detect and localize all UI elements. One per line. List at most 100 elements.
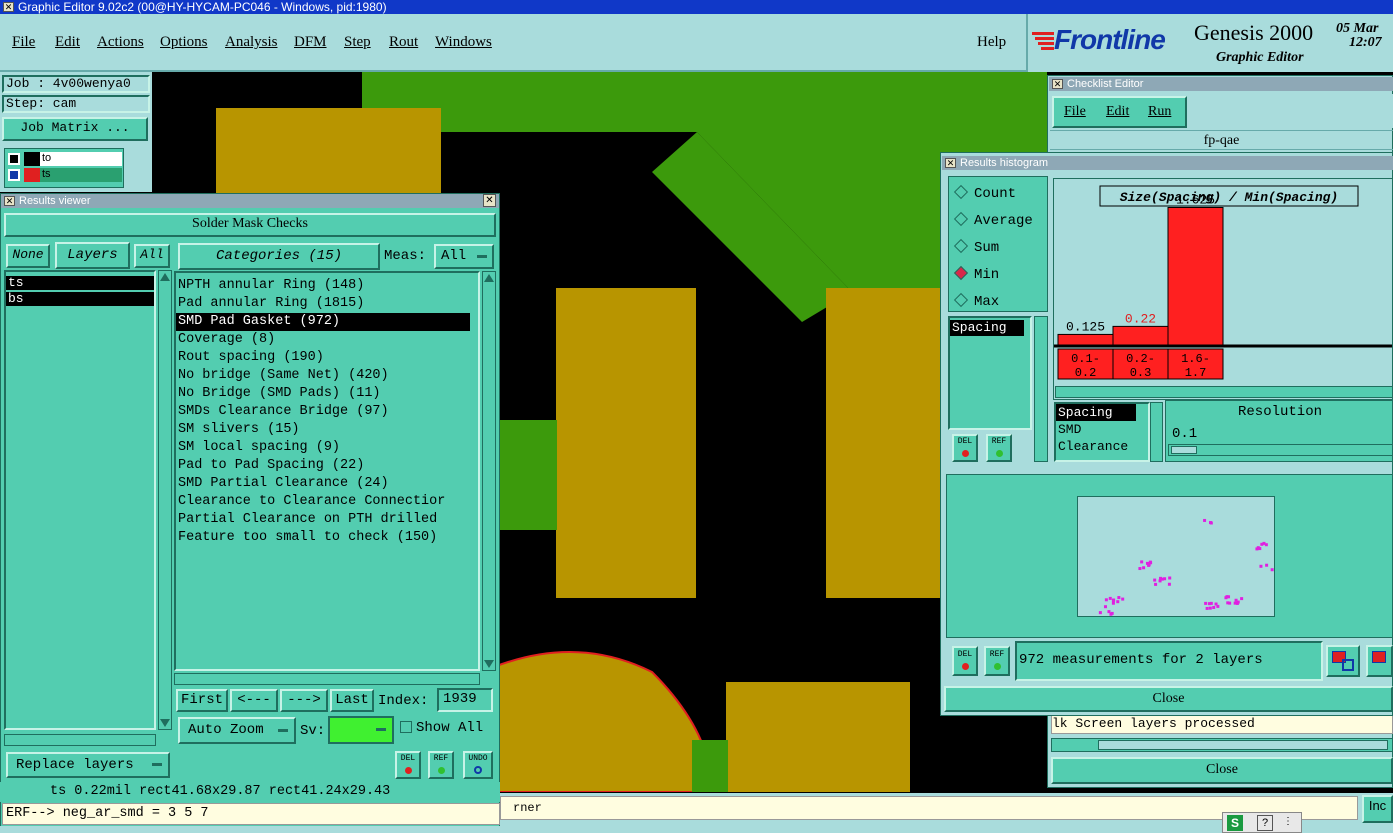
- metrics-vscroll[interactable]: [1150, 402, 1163, 462]
- resolution-slider[interactable]: [1168, 444, 1393, 456]
- map-ref-button[interactable]: REF: [984, 646, 1010, 676]
- metric-item[interactable]: SMD: [1056, 421, 1148, 438]
- checklist-menu-edit[interactable]: Edit: [1106, 104, 1129, 120]
- attribute-vscroll[interactable]: [1034, 316, 1048, 462]
- categories-vscroll[interactable]: [482, 271, 496, 671]
- window-menu-icon[interactable]: ✕: [1052, 79, 1063, 89]
- layers-vscroll[interactable]: [158, 270, 172, 730]
- inc-button[interactable]: Inc: [1362, 795, 1393, 823]
- mode-count[interactable]: Count: [952, 184, 1016, 202]
- category-item[interactable]: SMD Partial Clearance (24): [176, 475, 478, 493]
- menu-actions[interactable]: Actions: [97, 34, 144, 51]
- mode-average[interactable]: Average: [952, 211, 1033, 229]
- checklist-menu-file[interactable]: File: [1064, 104, 1086, 120]
- mode-min[interactable]: Min: [952, 265, 999, 283]
- layer-item-bs[interactable]: bs: [6, 292, 154, 306]
- menu-options[interactable]: Options: [160, 34, 208, 51]
- menu-windows[interactable]: Windows: [435, 34, 492, 51]
- checklist-hscroll[interactable]: [1051, 738, 1393, 752]
- mode-sum[interactable]: Sum: [952, 238, 999, 256]
- none-button[interactable]: None: [6, 244, 50, 268]
- checklist-menu-run[interactable]: Run: [1148, 104, 1171, 120]
- all-button[interactable]: All: [134, 244, 170, 268]
- category-item[interactable]: Coverage (8): [176, 331, 478, 349]
- hist-del-button[interactable]: DEL: [952, 434, 978, 462]
- mode-max[interactable]: Max: [952, 292, 999, 310]
- category-item[interactable]: NPTH annular Ring (148): [176, 277, 478, 295]
- categories-hscroll[interactable]: [174, 673, 480, 685]
- results-viewer-titlebar[interactable]: ✕ Results viewer ✕: [1, 194, 499, 208]
- category-item[interactable]: SM slivers (15): [176, 421, 478, 439]
- attribute-item[interactable]: Spacing: [950, 320, 1024, 336]
- histogram-chart[interactable]: Size(Spacing) / Min(Spacing) 0.125 0.1- 0.2…: [1053, 178, 1393, 400]
- window-menu-icon[interactable]: ✕: [945, 158, 956, 168]
- metric-item[interactable]: Clearance: [1056, 438, 1148, 455]
- categories-button[interactable]: Categories (15): [178, 243, 380, 270]
- categories-list[interactable]: NPTH annular Ring (148) Pad annular Ring …: [174, 271, 480, 671]
- replace-layers-button[interactable]: Replace layers: [6, 752, 170, 778]
- layer-item-ts[interactable]: ts: [6, 276, 154, 290]
- prev-button[interactable]: <---: [230, 689, 278, 712]
- menu-analysis[interactable]: Analysis: [225, 34, 278, 51]
- checklist-close-button[interactable]: Close: [1051, 757, 1393, 784]
- minimap[interactable]: [1077, 496, 1275, 617]
- chevron-icon[interactable]: ⋮: [1283, 816, 1293, 827]
- slider-handle[interactable]: [1171, 446, 1197, 454]
- category-item[interactable]: Feature too small to check (150): [176, 529, 478, 547]
- auto-zoom-dropdown[interactable]: Auto Zoom: [178, 717, 296, 744]
- menu-dfm[interactable]: DFM: [294, 34, 327, 51]
- meas-label: Meas:: [384, 248, 427, 264]
- category-item[interactable]: Pad to Pad Spacing (22): [176, 457, 478, 475]
- index-input[interactable]: 1939: [437, 688, 493, 712]
- menu-rout[interactable]: Rout: [389, 34, 418, 51]
- show-all-checkbox[interactable]: [400, 721, 412, 733]
- menu-help[interactable]: Help: [977, 34, 1006, 51]
- checklist-titlebar[interactable]: ✕ Checklist Editor: [1049, 77, 1393, 91]
- window-close-icon[interactable]: ✕: [3, 2, 14, 12]
- help-icon[interactable]: ?: [1257, 815, 1273, 831]
- category-item[interactable]: Partial Clearance on PTH drilled: [176, 511, 478, 529]
- category-item[interactable]: SM local spacing (9): [176, 439, 478, 457]
- sv-color-dropdown[interactable]: [328, 716, 394, 744]
- category-item[interactable]: Rout spacing (190): [176, 349, 478, 367]
- ref-button[interactable]: REF: [428, 751, 454, 779]
- job-matrix-button[interactable]: Job Matrix ...: [2, 117, 148, 141]
- layers-hscroll[interactable]: [4, 734, 156, 746]
- menu-step[interactable]: Step: [344, 34, 371, 51]
- category-item[interactable]: Pad annular Ring (1815): [176, 295, 478, 313]
- histogram-titlebar[interactable]: ✕ Results histogram: [942, 156, 1393, 170]
- undo-button[interactable]: UNDO: [463, 751, 493, 779]
- map-del-button[interactable]: DEL: [952, 646, 978, 676]
- zoom-to-icon[interactable]: [1326, 645, 1360, 677]
- attribute-list[interactable]: Spacing: [948, 316, 1032, 430]
- chart-hscroll[interactable]: [1055, 386, 1393, 398]
- layer-to-row[interactable]: to: [6, 152, 122, 166]
- zoom-selected-icon[interactable]: [1366, 645, 1393, 677]
- next-button[interactable]: --->: [280, 689, 328, 712]
- green-dot-icon: [993, 663, 1001, 670]
- checkbox-icon[interactable]: [8, 153, 20, 165]
- meas-dropdown[interactable]: All: [434, 244, 494, 269]
- category-item[interactable]: SMDs Clearance Bridge (97): [176, 403, 478, 421]
- layers-list[interactable]: ts bs: [4, 270, 156, 730]
- measurement-point: [1208, 521, 1212, 525]
- layers-button[interactable]: Layers: [55, 242, 130, 269]
- first-button[interactable]: First: [176, 689, 228, 712]
- metric-item[interactable]: Spacing: [1056, 404, 1136, 421]
- del-button[interactable]: DEL: [395, 751, 421, 779]
- category-item[interactable]: No Bridge (SMD Pads) (11): [176, 385, 478, 403]
- close-icon[interactable]: ✕: [483, 194, 496, 207]
- layer-ts-row[interactable]: ts: [6, 168, 122, 182]
- histogram-close-button[interactable]: Close: [944, 686, 1393, 712]
- checkbox-icon[interactable]: [8, 169, 20, 181]
- metrics-list[interactable]: Spacing SMD Clearance: [1054, 402, 1150, 462]
- last-button[interactable]: Last: [330, 689, 374, 712]
- hist-ref-button[interactable]: REF: [986, 434, 1012, 462]
- s-icon[interactable]: S: [1227, 815, 1243, 831]
- menu-edit[interactable]: Edit: [55, 34, 80, 51]
- category-item[interactable]: SMD Pad Gasket (972): [176, 313, 470, 331]
- menu-file[interactable]: File: [12, 34, 35, 51]
- category-item[interactable]: No bridge (Same Net) (420): [176, 367, 478, 385]
- category-item[interactable]: Clearance to Clearance Connectior: [176, 493, 478, 511]
- window-menu-icon[interactable]: ✕: [4, 196, 15, 206]
